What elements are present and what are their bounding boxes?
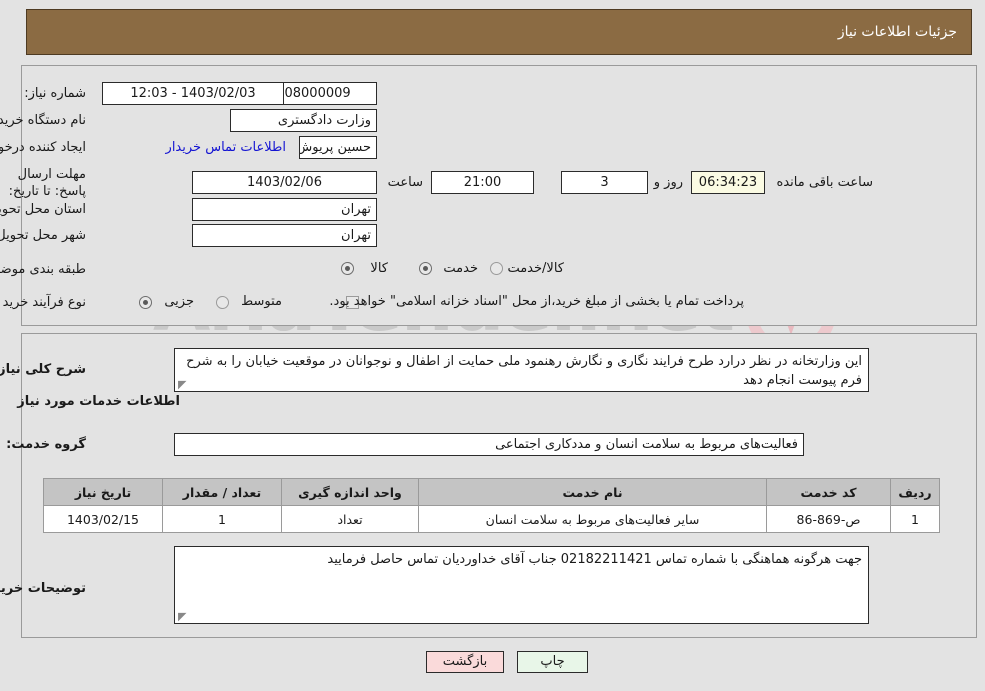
back-button[interactable]: بازگشت [427, 651, 505, 673]
request-creator-value: حسین پریوش کارشناس وزارت دادگستری [300, 136, 378, 159]
deadline-days-label: روز و [654, 175, 684, 190]
print-button[interactable]: چاپ [518, 651, 589, 673]
radio-subject-kala-khedmat-label: کالا/خدمت [508, 261, 565, 276]
deadline-countdown-label: ساعت باقی مانده [777, 175, 874, 190]
cell-need-date: 1403/02/15 [44, 505, 164, 533]
deadline-date-value: 1403/02/06 [193, 171, 378, 194]
page-title: جزئیات اطلاعات نیاز [838, 24, 958, 40]
service-group-value: فعالیت‌های مربوط به سلامت انسان و مددکار… [175, 433, 805, 456]
radio-purchase-jozii-label: جزیی [165, 294, 195, 309]
delivery-city-label: شهر محل تحویل: [0, 228, 87, 243]
services-section-title: اطلاعات خدمات مورد نیاز [18, 394, 181, 409]
deadline-time-value: 21:00 [432, 171, 535, 194]
buyer-notes-textarea[interactable]: جهت هرگونه هماهنگی با شماره تماس 0218221… [175, 546, 870, 624]
delivery-province-value: تهران [193, 198, 378, 221]
description-textarea[interactable]: این وزارتخانه در نظر درارد طرح فرایند نگ… [175, 348, 870, 392]
description-label: شرح کلی نیاز: [0, 362, 87, 377]
announce-datetime-value: 1403/02/03 - 12:03 [103, 82, 285, 105]
buyer-notes-text: جهت هرگونه هماهنگی با شماره تماس 0218221… [328, 552, 863, 567]
radio-subject-kala-label: کالا [371, 261, 389, 276]
th-need-date: تاریخ نیاز [44, 478, 164, 506]
radio-purchase-motavaset[interactable] [217, 296, 230, 309]
treasury-docs-label: پرداخت تمام یا بخشی از مبلغ خرید،از محل … [330, 294, 745, 309]
resize-grip-icon[interactable]: ◥ [179, 378, 187, 391]
cell-unit: تعداد [282, 505, 420, 533]
deadline-countdown-value: 06:34:23 [692, 171, 766, 194]
delivery-city-value: تهران [193, 224, 378, 247]
radio-subject-kala-khedmat[interactable] [491, 262, 504, 275]
deadline-days-value: 3 [562, 171, 649, 194]
services-table: ردیف کد خدمت نام خدمت واحد اندازه گیری ت… [44, 478, 941, 533]
cell-row-no: 1 [891, 505, 941, 533]
deadline-time-label: ساعت [388, 175, 424, 190]
buyer-notes-label: توضیحات خریدار: [0, 581, 87, 596]
th-row-no: ردیف [891, 478, 941, 506]
cell-service-code: ص-869-86 [767, 505, 892, 533]
request-creator-label: ایجاد کننده درخواست: [0, 140, 87, 155]
radio-subject-khedmat-label: خدمت [444, 261, 479, 276]
th-service-name: نام خدمت [419, 478, 768, 506]
delivery-province-label: استان محل تحویل: [0, 202, 87, 217]
radio-purchase-jozii[interactable] [140, 296, 153, 309]
page-header: جزئیات اطلاعات نیاز [27, 9, 973, 55]
cell-quantity: 1 [163, 505, 283, 533]
th-quantity: تعداد / مقدار [163, 478, 283, 506]
table-row[interactable]: 1 ص-869-86 سایر فعالیت‌های مربوط به سلام… [44, 505, 941, 533]
need-number-label: شماره نیاز: [25, 86, 87, 101]
purchase-type-label: نوع فرآیند خرید : [0, 295, 87, 310]
buyer-org-value: وزارت دادگستری [231, 109, 378, 132]
deadline-label: مهلت ارسال پاسخ: تا تاریخ: [9, 167, 87, 199]
buyer-contact-link[interactable]: اطلاعات تماس خریدار [167, 140, 287, 155]
cell-service-name: سایر فعالیت‌های مربوط به سلامت انسان [419, 505, 768, 533]
buyer-org-label: نام دستگاه خریدار: [0, 113, 87, 128]
subject-category-label: طبقه بندی موضوعی: [0, 262, 87, 277]
resize-grip-icon-notes[interactable]: ◥ [179, 610, 187, 623]
radio-subject-khedmat[interactable] [420, 262, 433, 275]
service-group-label: گروه خدمت: [7, 437, 87, 452]
table-header-row: ردیف کد خدمت نام خدمت واحد اندازه گیری ت… [44, 478, 941, 506]
th-unit: واحد اندازه گیری [282, 478, 420, 506]
radio-purchase-motavaset-label: متوسط [242, 294, 283, 309]
radio-subject-kala[interactable] [342, 262, 355, 275]
th-service-code: کد خدمت [767, 478, 892, 506]
description-text: این وزارتخانه در نظر درارد طرح فرایند نگ… [187, 354, 863, 388]
